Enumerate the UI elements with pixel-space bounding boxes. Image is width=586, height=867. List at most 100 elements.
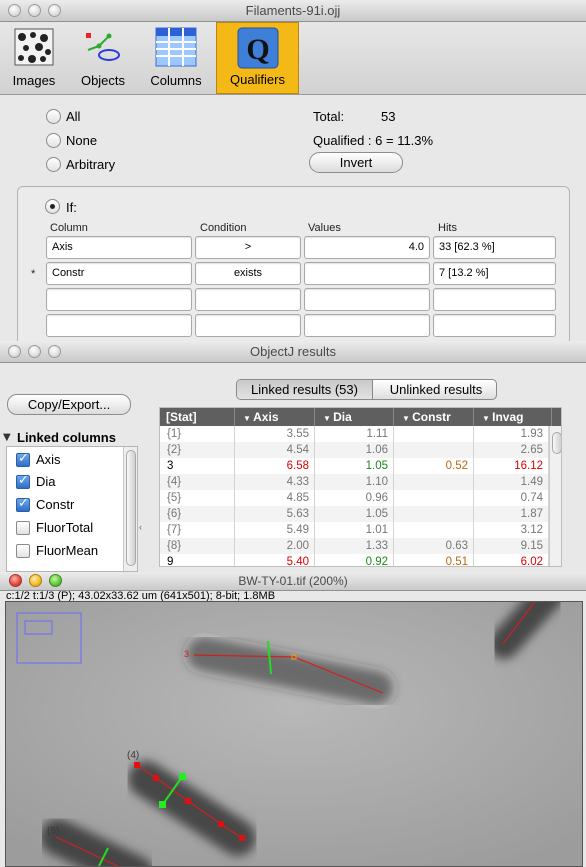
table-row[interactable]: {2} 4.54 1.06 2.65	[160, 442, 561, 458]
splitter-handle[interactable]: ‹	[139, 522, 142, 532]
table-cell-stat: {6}	[160, 506, 235, 522]
hits-field: 33 [62.3 %]	[433, 236, 556, 259]
table-cell-axis: 4.85	[235, 490, 315, 506]
checkbox-fluormean[interactable]	[16, 544, 30, 558]
value-field[interactable]	[304, 288, 430, 311]
close-button[interactable]	[8, 4, 21, 17]
minimize-button[interactable]	[29, 574, 42, 587]
col-header-dia[interactable]: ▼ Dia	[315, 408, 394, 426]
scrollbar-thumb[interactable]	[552, 432, 561, 454]
checkbox-fluortotal[interactable]	[16, 521, 30, 535]
table-row[interactable]: {1} 3.55 1.11 1.93	[160, 426, 561, 442]
object-label: (4)	[127, 750, 139, 761]
copy-export-button[interactable]: Copy/Export...	[7, 394, 131, 415]
scrollbar-thumb[interactable]	[126, 450, 136, 566]
window-title: Filaments-91i.ojj	[245, 3, 341, 18]
columns-toolbar-button[interactable]: Columns	[142, 22, 210, 94]
column-field[interactable]	[46, 288, 192, 311]
table-cell-dia: 1.33	[315, 538, 394, 554]
col-header-invag[interactable]: ▼ Invag	[474, 408, 552, 426]
table-row[interactable]: 3 6.58 1.05 0.52 16.12	[160, 458, 561, 474]
table-row[interactable]: {8} 2.00 1.33 0.63 9.15	[160, 538, 561, 554]
table-cell-invag: 9.15	[474, 538, 549, 554]
checkbox-fluortotal-label: FluorTotal	[36, 520, 94, 535]
table-row[interactable]: {5} 4.85 0.96 0.74	[160, 490, 561, 506]
sort-arrow-icon: ▼	[323, 414, 334, 423]
table-cell-axis: 5.63	[235, 506, 315, 522]
table-scrollbar[interactable]	[549, 426, 561, 566]
checkbox-constr[interactable]	[16, 496, 30, 512]
linked-columns-label: Linked columns	[17, 430, 116, 445]
table-row[interactable]: {7} 5.49 1.01 3.12	[160, 522, 561, 538]
radio-all[interactable]	[46, 109, 61, 124]
qualifiers-toolbar-button[interactable]: Q Qualifiers	[216, 22, 299, 94]
condition-field[interactable]: >	[195, 236, 301, 259]
table-cell-dia: 0.92	[315, 554, 394, 566]
condition-field[interactable]	[195, 314, 301, 337]
image-titlebar: BW-TY-01.tif (200%)	[0, 572, 586, 591]
minimize-button[interactable]	[28, 345, 41, 358]
table-cell-invag: 1.87	[474, 506, 549, 522]
sort-arrow-icon: ▼	[482, 414, 493, 423]
radio-arbitrary[interactable]	[46, 157, 61, 172]
checkbox-dia[interactable]	[16, 473, 30, 489]
close-button[interactable]	[9, 574, 22, 587]
image-window: BW-TY-01.tif (200%) c:1/2 t:1/3 (P); 43.…	[0, 572, 586, 867]
column-field[interactable]: Axis	[46, 236, 192, 259]
hits-field	[433, 288, 556, 311]
microscopy-image[interactable]: 3 (4) (5)	[6, 602, 583, 867]
column-field[interactable]	[46, 314, 192, 337]
radio-none[interactable]	[46, 133, 61, 148]
checkbox-axis[interactable]	[16, 451, 30, 467]
condition-field[interactable]	[195, 288, 301, 311]
images-toolbar-button[interactable]: Images	[4, 22, 64, 94]
results-titlebar: ObjectJ results	[0, 341, 586, 363]
table-cell-dia: 1.05	[315, 458, 394, 474]
if-conditions-box: If: Column Condition Values Hits Axis > …	[17, 186, 570, 341]
table-row[interactable]: 9 5.40 0.92 0.51 6.02	[160, 554, 561, 566]
linked-columns-scrollbar[interactable]	[123, 447, 137, 571]
table-cell-axis: 5.49	[235, 522, 315, 538]
table-cell-invag: 2.65	[474, 442, 549, 458]
image-canvas[interactable]: 3 (4) (5)	[5, 601, 583, 867]
zoom-button[interactable]	[48, 4, 61, 17]
table-cell-constr	[394, 506, 474, 522]
header-condition: Condition	[200, 222, 247, 234]
hits-field	[433, 314, 556, 337]
qualifiers-window: Filaments-91i.ojj Images Objects Columns…	[0, 0, 586, 341]
table-cell-invag: 1.49	[474, 474, 549, 490]
value-field[interactable]	[304, 314, 430, 337]
zoom-button[interactable]	[48, 345, 61, 358]
table-cell-constr	[394, 490, 474, 506]
col-header-constr[interactable]: ▼ Constr	[394, 408, 474, 426]
table-cell-stat: {1}	[160, 426, 235, 442]
checkbox-dia-label: Dia	[36, 474, 56, 489]
table-row[interactable]: {4} 4.33 1.10 1.49	[160, 474, 561, 490]
table-row[interactable]: {6} 5.63 1.05 1.87	[160, 506, 561, 522]
zoom-button[interactable]	[49, 574, 62, 587]
invert-button[interactable]: Invert	[309, 152, 403, 173]
table-cell-invag: 3.12	[474, 522, 549, 538]
close-button[interactable]	[8, 345, 21, 358]
table-cell-dia: 0.96	[315, 490, 394, 506]
radio-if[interactable]	[45, 199, 60, 214]
col-header-stat[interactable]: [Stat]	[160, 408, 235, 426]
columns-label: Columns	[150, 73, 202, 88]
table-cell-invag: 1.93	[474, 426, 549, 442]
diameter-marker	[159, 801, 166, 808]
table-cell-stat: {4}	[160, 474, 235, 490]
col-header-axis[interactable]: ▼ Axis	[235, 408, 315, 426]
minimize-button[interactable]	[28, 4, 41, 17]
tab-linked-results[interactable]: Linked results (53)	[237, 380, 373, 399]
value-field[interactable]: 4.0	[304, 236, 430, 259]
columns-icon	[155, 27, 197, 67]
column-field[interactable]: Constr	[46, 262, 192, 285]
total-label: Total:	[313, 109, 345, 124]
tab-unlinked-results[interactable]: Unlinked results	[374, 380, 496, 399]
checkbox-constr-label: Constr	[36, 497, 75, 512]
collapse-triangle-icon[interactable]: ▼	[3, 432, 11, 443]
value-field[interactable]	[304, 262, 430, 285]
table-cell-axis: 2.00	[235, 538, 315, 554]
objects-toolbar-button[interactable]: Objects	[70, 22, 136, 94]
condition-field[interactable]: exists	[195, 262, 301, 285]
